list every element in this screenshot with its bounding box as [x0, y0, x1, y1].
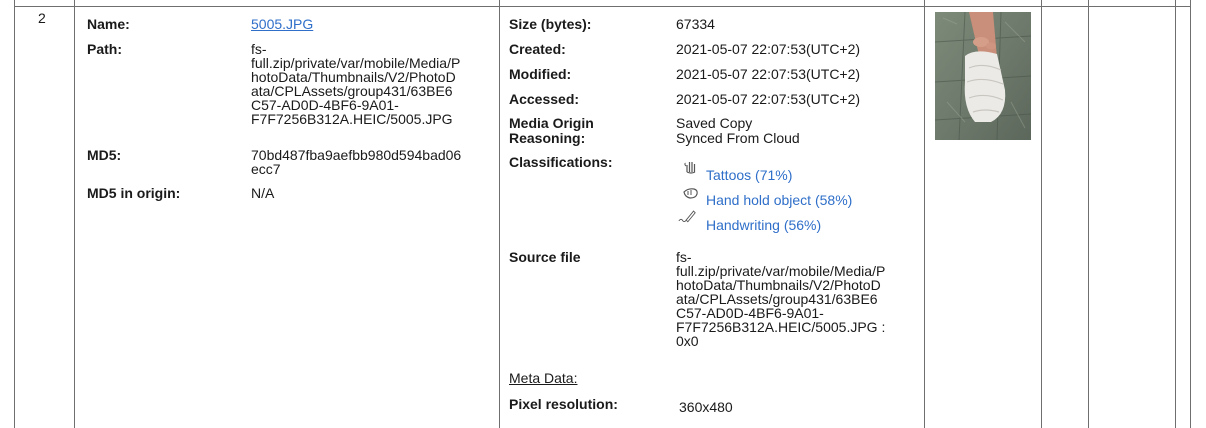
- source-line: ata/CPLAssets/group431/63BE6: [676, 291, 878, 307]
- modified-label: Modified:: [509, 66, 572, 82]
- classifications-label: Classifications:: [509, 154, 613, 170]
- created-value: 2021-05-07 22:07:53(UTC+2): [676, 41, 861, 57]
- source-line: fs-: [676, 249, 692, 265]
- source-line: 0x0: [676, 333, 699, 349]
- source-file-label: Source file: [509, 249, 581, 265]
- col-border-0: [14, 0, 15, 428]
- created-label: Created:: [509, 41, 566, 57]
- classification-text[interactable]: Hand hold object (58%): [706, 193, 852, 207]
- path-line: full.zip/private/var/mobile/Media/P: [251, 55, 461, 71]
- accessed-label: Accessed:: [509, 91, 580, 107]
- media-origin-label: Reasoning:: [509, 130, 586, 146]
- col-border-7: [1190, 0, 1191, 428]
- col-border-3: [924, 0, 925, 428]
- col-border-6: [1175, 0, 1176, 428]
- meta-data-heading: Meta Data:: [509, 370, 578, 386]
- path-line: fs-: [251, 41, 267, 57]
- classification-text[interactable]: Handwriting (56%): [706, 218, 821, 232]
- md5-origin-label: MD5 in origin:: [87, 185, 181, 201]
- md5-origin-value: N/A: [251, 185, 275, 201]
- row-top-border: [14, 6, 1191, 7]
- size-label: Size (bytes):: [509, 16, 592, 32]
- path-line: F7F7256B312A.HEIC/5005.JPG: [251, 111, 453, 127]
- col-border-2: [499, 0, 500, 428]
- md5-line: 70bd487fba9aefbb980d594bad06: [251, 147, 462, 163]
- source-line: F7F7256B312A.HEIC/5005.JPG :: [676, 319, 886, 335]
- col-border-5: [1088, 0, 1089, 428]
- col-border-1: [74, 0, 75, 428]
- pixel-resolution-value: 360x480: [679, 399, 733, 415]
- pixel-resolution-label: Pixel resolution:: [509, 396, 618, 412]
- path-label: Path:: [87, 41, 122, 57]
- media-origin-value: Synced From Cloud: [676, 130, 800, 146]
- path-line: C57-AD0D-4BF6-9A01-: [251, 97, 399, 113]
- file-name-link[interactable]: 5005.JPG: [251, 17, 313, 31]
- source-line: C57-AD0D-4BF6-9A01-: [676, 305, 824, 321]
- thumbnail-image[interactable]: [935, 12, 1031, 140]
- path-line: hotoData/Thumbnails/V2/PhotoD: [251, 69, 456, 85]
- modified-value: 2021-05-07 22:07:53(UTC+2): [676, 66, 861, 82]
- source-line: full.zip/private/var/mobile/Media/P: [676, 263, 886, 279]
- md5-line: ecc7: [251, 161, 281, 177]
- md5-label: MD5:: [87, 147, 122, 163]
- tattoo-hand-icon: [684, 162, 696, 174]
- media-origin-value: Saved Copy: [676, 115, 753, 131]
- thumbnail-photo: [935, 12, 1031, 140]
- media-origin-label: Media Origin: [509, 115, 594, 131]
- name-label: Name:: [87, 16, 130, 32]
- row-index: 2: [38, 10, 46, 26]
- hand-hold-icon: [683, 188, 698, 199]
- path-line: ata/CPLAssets/group431/63BE6: [251, 83, 453, 99]
- pen-handwriting-icon: [678, 210, 696, 223]
- size-value: 67334: [676, 16, 715, 32]
- col-border-4: [1041, 0, 1042, 428]
- accessed-value: 2021-05-07 22:07:53(UTC+2): [676, 91, 861, 107]
- source-line: hotoData/Thumbnails/V2/PhotoD: [676, 277, 881, 293]
- classification-text[interactable]: Tattoos (71%): [706, 168, 792, 182]
